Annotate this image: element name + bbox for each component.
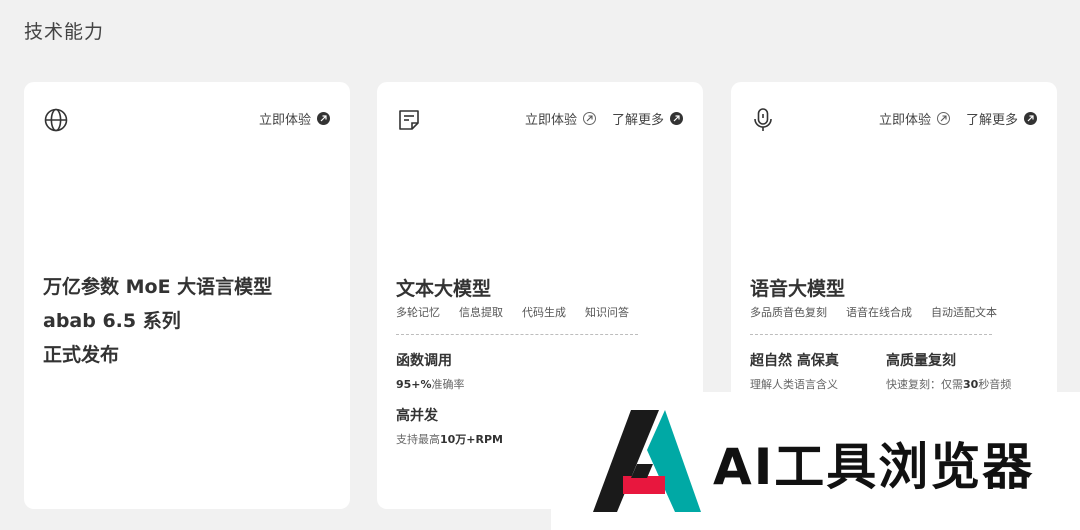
title-line: 万亿参数 MoE 大语言模型 [43,276,273,298]
globe-icon [44,108,68,132]
title-line: 正式发布 [43,344,120,366]
microphone-icon [754,108,772,131]
tag-list: 多品质音色复刻 语音在线合成 自动适配文本 [750,304,997,320]
watermark-banner: AI工具浏览器 [551,392,1080,530]
learn-more-link[interactable]: 了解更多 [612,109,683,128]
tag: 自动适配文本 [931,306,997,319]
learn-more-label: 了解更多 [965,113,1018,128]
dashed-divider [750,334,992,335]
arrow-up-right-icon [317,112,330,125]
arrow-up-right-icon [936,112,950,125]
ai-logo-icon [593,410,701,512]
feature-desc: 快速复刻：仅需30秒音频 [886,378,1012,391]
feature-title: 函数调用 [396,353,452,369]
feature-function-call: 函数调用 95+%准确率 [396,350,465,392]
feature-title: 高并发 [396,408,438,424]
tag: 多轮记忆 [396,306,440,319]
document-icon [399,110,419,130]
try-now-link[interactable]: 立即体验 [879,109,950,128]
section-title: 技术能力 [24,21,105,43]
try-now-label: 立即体验 [524,113,577,128]
try-now-label: 立即体验 [258,113,311,128]
tag: 语音在线合成 [846,306,912,319]
feature-desc: 95+%准确率 [396,378,465,391]
tag: 多品质音色复刻 [750,306,827,319]
dashed-divider [396,334,638,335]
feature-high-concurrency: 高并发 支持最高10万+RPM [396,405,503,447]
feature-quality-clone: 高质量复刻 快速复刻：仅需30秒音频 [886,350,1011,392]
watermark-text: AI工具浏览器 [713,438,1035,496]
tag: 知识问答 [585,306,629,319]
card-title: 万亿参数 MoE 大语言模型 abab 6.5 系列 正式发布 [43,270,272,372]
card-title: 语音大模型 [750,278,846,300]
feature-title: 超自然 高保真 [750,353,839,369]
title-line: abab 6.5 系列 [43,310,181,332]
feature-natural-fidelity: 超自然 高保真 理解人类语言含义 [750,350,839,392]
learn-more-label: 了解更多 [611,113,664,128]
arrow-up-right-icon [582,112,596,125]
card-llm-release: 立即体验 万亿参数 MoE 大语言模型 abab 6.5 系列 正式发布 [24,82,350,509]
feature-desc: 理解人类语言含义 [750,378,838,391]
tag-list: 多轮记忆 信息提取 代码生成 知识问答 [396,304,629,320]
arrow-up-right-icon [670,112,683,125]
learn-more-link[interactable]: 了解更多 [966,109,1037,128]
feature-title: 高质量复刻 [886,353,956,369]
feature-desc: 支持最高10万+RPM [396,433,504,446]
tag: 信息提取 [459,306,503,319]
tag: 代码生成 [522,306,566,319]
arrow-up-right-icon [1024,112,1037,125]
try-now-label: 立即体验 [878,113,931,128]
card-title: 文本大模型 [396,278,492,300]
try-now-link[interactable]: 立即体验 [525,109,596,128]
try-now-link[interactable]: 立即体验 [259,109,330,128]
